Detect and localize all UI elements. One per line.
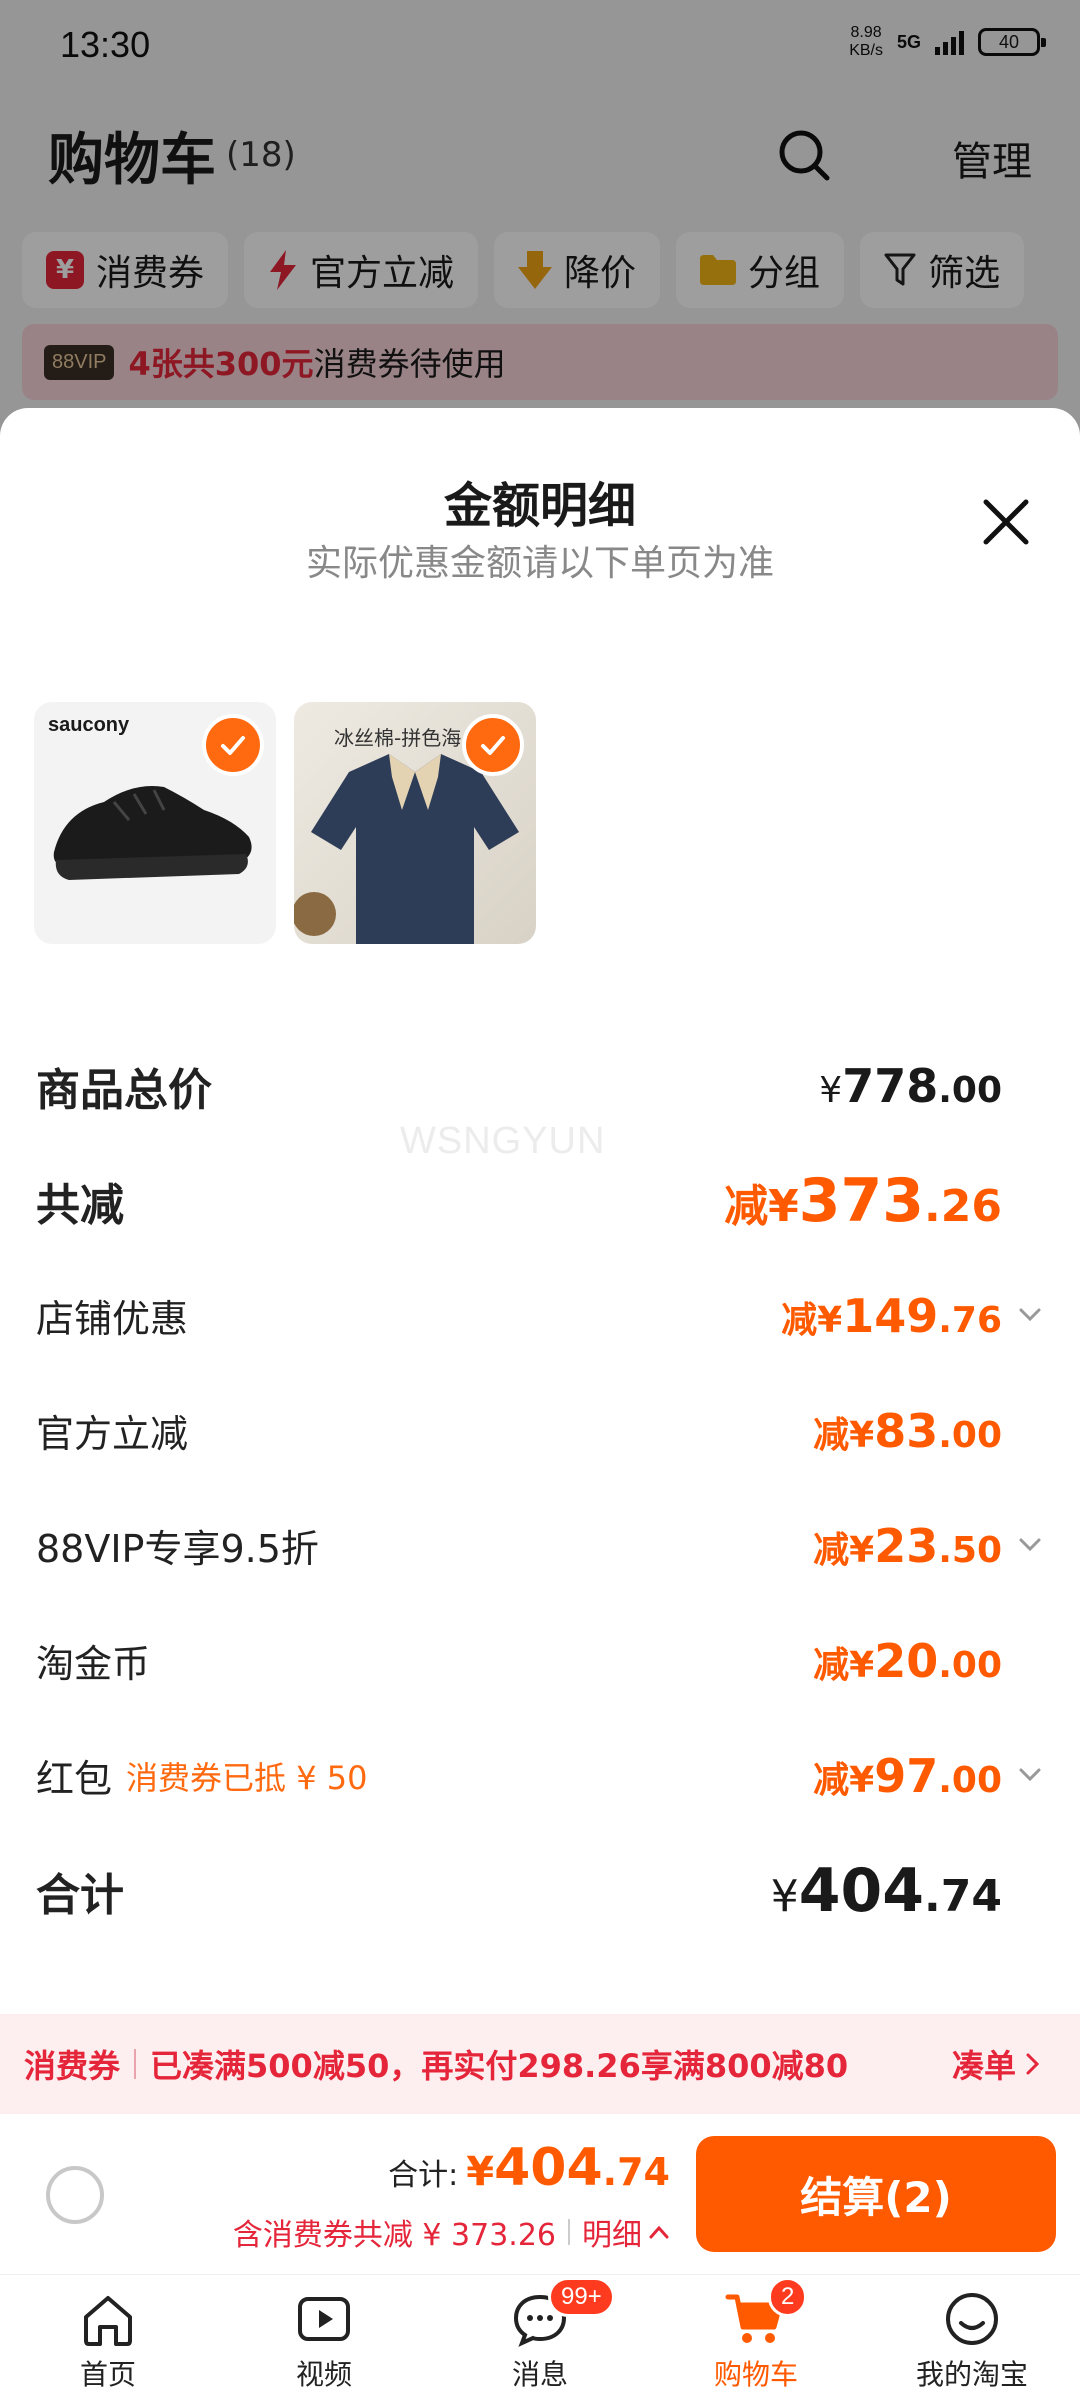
value-int: 404 — [798, 1855, 925, 1926]
tab-cart[interactable]: 2 购物车 — [648, 2275, 864, 2400]
tab-label: 购物车 — [713, 2358, 798, 2391]
value-int: 83 — [874, 1403, 939, 1458]
value-prefix: 减¥ — [813, 1529, 875, 1571]
watermark: WSNGYUN — [400, 1120, 606, 1162]
tab-label: 视频 — [295, 2358, 352, 2391]
sheet-subtitle: 实际优惠金额请以下单页为准 — [305, 543, 774, 584]
row-value: 减¥ 373.26 — [724, 1166, 1002, 1236]
value-int: 20 — [874, 1633, 939, 1688]
product-thumb-shoes[interactable]: saucony — [34, 702, 276, 944]
value-prefix: ¥ — [819, 1069, 843, 1111]
detail-toggle[interactable]: 明细 — [582, 2210, 670, 2254]
row-value: 减¥ 20.00 — [813, 1634, 1002, 1688]
row-label: 商品总价 — [36, 1064, 212, 1116]
row-grand-total: 合计 ¥404.74 — [36, 1833, 1044, 1948]
row-note: 消费券已抵 ¥ 50 — [126, 1758, 368, 1797]
tab-label: 首页 — [79, 2358, 136, 2391]
checkout-bar: 合计: ¥404.74 含消费券共减 ¥ 373.26 明细 结算(2) — [0, 2114, 1080, 2274]
row-label: 共减 — [36, 1179, 124, 1231]
value-dec: .76 — [938, 1299, 1002, 1341]
coupon-tag: 消费券 — [24, 2047, 121, 2085]
home-icon — [84, 2296, 132, 2346]
close-icon[interactable] — [978, 494, 1034, 550]
chevron-down-icon[interactable] — [1016, 1300, 1044, 1328]
chevron-up-icon — [649, 2225, 669, 2239]
row-label: 88VIP专享9.5折 — [36, 1527, 319, 1571]
value-dec: .00 — [938, 1069, 1002, 1111]
row-label: 淘金币 — [36, 1642, 151, 1686]
total-prefix: ¥ — [466, 2149, 495, 2195]
row-label: 红包 — [36, 1757, 113, 1801]
total-dec: .74 — [602, 2150, 670, 2194]
value-dec: .00 — [938, 1644, 1002, 1686]
select-all-checkbox[interactable] — [46, 2166, 104, 2224]
messages-badge: 99+ — [548, 2277, 615, 2317]
value-prefix: 减¥ — [813, 1759, 875, 1801]
value-int: 23 — [874, 1518, 939, 1573]
video-play-icon — [298, 2297, 350, 2341]
tab-video[interactable]: 视频 — [216, 2275, 432, 2400]
value-dec: .00 — [938, 1759, 1002, 1801]
value-prefix: 减¥ — [813, 1414, 875, 1456]
row-red-packet[interactable]: 红包 消费券已抵 ¥ 50 减¥ 97.00 — [36, 1718, 1044, 1833]
coupon-text: 已凑满500减50，再实付298.26享满800减80 — [150, 2047, 849, 2085]
tab-my-taobao[interactable]: 我的淘宝 — [864, 2275, 1080, 2400]
tab-home[interactable]: 首页 — [0, 2275, 216, 2400]
value-dec: .26 — [924, 1180, 1002, 1232]
product-label: 冰丝棉-拼色海 — [334, 726, 462, 750]
add-items-label: 凑单 — [951, 2047, 1016, 2085]
row-store-discount[interactable]: 店铺优惠 减¥ 149.76 — [36, 1258, 1044, 1373]
checkout-total: 合计: ¥404.74 — [388, 2138, 670, 2198]
coupon-progress-bar: 消费券 已凑满500减50，再实付298.26享满800减80 凑单 — [0, 2014, 1080, 2114]
total-label: 合计: — [388, 2158, 459, 2193]
row-value: ¥404.74 — [771, 1856, 1002, 1926]
divider — [568, 2219, 570, 2245]
row-label: 店铺优惠 — [36, 1297, 189, 1341]
row-value: ¥778.00 — [819, 1059, 1002, 1113]
row-value: 减¥ 83.00 — [813, 1404, 1002, 1458]
value-prefix: 减¥ — [813, 1644, 875, 1686]
tab-label: 消息 — [511, 2358, 568, 2391]
row-label: 合计 — [36, 1869, 124, 1921]
value-prefix: ¥ — [770, 1870, 799, 1922]
value-int: 149 — [842, 1288, 939, 1343]
value-prefix: 减¥ — [781, 1299, 843, 1341]
total-int: 404 — [494, 2138, 603, 2198]
checkout-discount-line: 含消费券共减 ¥ 373.26 明细 — [233, 2210, 670, 2254]
row-value: 减¥ 149.76 — [781, 1289, 1002, 1343]
sheet-title: 金额明细 — [443, 478, 636, 534]
checkout-button[interactable]: 结算(2) — [696, 2136, 1056, 2252]
checkmark-icon — [462, 714, 524, 776]
value-prefix: 减¥ — [724, 1180, 799, 1232]
amount-rows: 商品总价 ¥778.00 共减 减¥ 373.26 店铺优惠 减¥ 149.76 官… — [36, 1028, 1044, 1948]
value-dec: .74 — [924, 1870, 1002, 1922]
chevron-down-icon[interactable] — [1016, 1530, 1044, 1558]
divider — [134, 2049, 137, 2079]
selected-products: saucony 冰丝棉-拼色海 — [34, 702, 536, 944]
row-official-discount: 官方立减 减¥ 83.00 — [36, 1373, 1044, 1488]
smiley-profile-icon — [946, 2293, 998, 2345]
row-88vip-discount[interactable]: 88VIP专享9.5折 减¥ 23.50 — [36, 1488, 1044, 1603]
value-dec: .00 — [938, 1414, 1002, 1456]
checkmark-icon — [202, 714, 264, 776]
chevron-right-icon — [1026, 2053, 1040, 2075]
row-value: 减¥ 97.00 — [813, 1749, 1002, 1803]
row-label: 官方立减 — [36, 1412, 189, 1456]
cart-badge: 2 — [768, 2277, 808, 2317]
bottom-tab-bar: 首页 视频 99+ 消息 2 购物车 我的淘宝 — [0, 2274, 1080, 2400]
product-thumb-polo[interactable]: 冰丝棉-拼色海 — [294, 702, 536, 944]
chevron-down-icon[interactable] — [1016, 1760, 1044, 1788]
value-int: 97 — [874, 1748, 939, 1803]
tab-label: 我的淘宝 — [915, 2358, 1028, 2391]
value-int: 778 — [842, 1058, 939, 1113]
row-taojinbi: 淘金币 减¥ 20.00 — [36, 1603, 1044, 1718]
value-dec: .50 — [938, 1529, 1002, 1571]
detail-label: 明细 — [582, 2218, 642, 2253]
discount-text: 含消费券共减 ¥ 373.26 — [232, 2218, 556, 2253]
tab-messages[interactable]: 99+ 消息 — [432, 2275, 648, 2400]
add-items-link[interactable]: 凑单 — [952, 2041, 1042, 2087]
row-value: 减¥ 23.50 — [813, 1519, 1002, 1573]
value-int: 373 — [798, 1165, 925, 1236]
